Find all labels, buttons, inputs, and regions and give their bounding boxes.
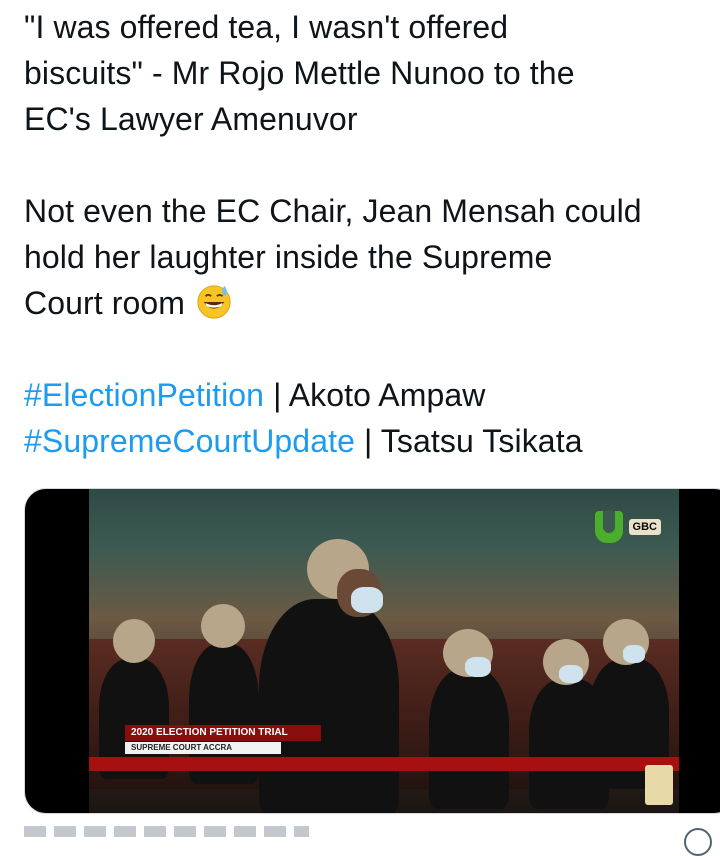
broadcaster-name: GBC: [628, 519, 661, 535]
mention-text: | Tsatsu Tsikata: [354, 423, 583, 459]
tweet-line: Not even the EC Chair, Jean Mensah could: [24, 193, 642, 229]
timestamp-placeholder: [24, 826, 309, 837]
video-frame[interactable]: GBC 2020 ELECTION PETITION TRIAL SUPREME…: [89, 489, 679, 813]
tweet-line-text: Court room: [24, 285, 186, 321]
tweet-line: biscuits" - Mr Rojo Mettle Nunoo to the: [24, 55, 575, 91]
hashtag-link[interactable]: #ElectionPetition: [24, 377, 264, 413]
tweet-spacer: [24, 326, 720, 372]
broadcaster-logo: GBC: [594, 511, 661, 543]
hashtag-line: #SupremeCourtUpdate | Tsatsu Tsikata: [24, 418, 720, 464]
hashtag-link[interactable]: #SupremeCourtUpdate: [24, 423, 355, 459]
hashtag-line: #ElectionPetition | Akoto Ampaw: [24, 372, 720, 418]
tweet-line: EC's Lawyer Amenuvor: [24, 101, 358, 137]
news-ticker: [89, 757, 679, 771]
info-circle-icon[interactable]: [684, 828, 712, 856]
lower-third-title: 2020 ELECTION PETITION TRIAL: [125, 725, 321, 741]
station-badge-icon: [645, 765, 673, 805]
timestamp-partial: [24, 826, 324, 838]
tweet-line-last: Court room: [24, 280, 720, 326]
lower-third-subtitle: SUPREME COURT ACCRA: [125, 742, 281, 754]
mention-text: | Akoto Ampaw: [264, 377, 486, 413]
tweet-text: "I was offered tea, I wasn't offered bis…: [24, 4, 720, 464]
grinning-face-with-sweat-icon: [197, 285, 231, 319]
tweet-line: hold her laughter inside the Supreme: [24, 239, 553, 275]
uttv-logo-icon: [594, 511, 623, 543]
lower-third: 2020 ELECTION PETITION TRIAL SUPREME COU…: [89, 723, 679, 783]
tweet-spacer: [24, 142, 720, 188]
video-media[interactable]: GBC 2020 ELECTION PETITION TRIAL SUPREME…: [24, 488, 720, 814]
tweet-line: "I was offered tea, I wasn't offered: [24, 9, 509, 45]
